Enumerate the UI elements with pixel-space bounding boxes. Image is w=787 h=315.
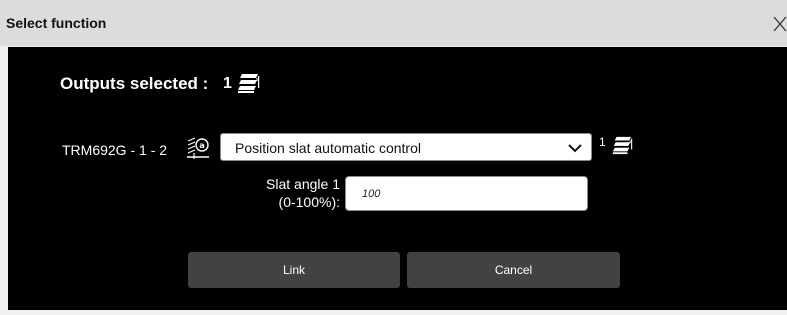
outputs-selected-count: 1 xyxy=(223,75,232,92)
slat-angle-label-line1: Slat angle 1 xyxy=(266,176,340,192)
chevron-down-icon xyxy=(568,144,582,153)
slat-angle-label-line2: (0-100%): xyxy=(278,194,340,210)
function-select-value: Position slat automatic control xyxy=(235,140,421,156)
slat-angle-label: Slat angle 1 (0-100%): xyxy=(228,175,340,211)
slats-stack-icon xyxy=(612,136,633,155)
select-function-dialog: Select function Outputs selected : 1 TRM… xyxy=(0,0,787,315)
slat-angle-input[interactable] xyxy=(345,176,588,211)
dialog-body: Outputs selected : 1 TRM692G - 1 - 2 a P… xyxy=(8,47,787,310)
svg-text:a: a xyxy=(199,141,204,150)
blind-automatic-icon: a xyxy=(187,137,209,159)
cancel-button[interactable]: Cancel xyxy=(407,252,620,288)
dialog-title-bar: Select function xyxy=(0,0,787,46)
close-icon[interactable] xyxy=(773,16,787,32)
device-label: TRM692G - 1 - 2 xyxy=(62,142,168,158)
selection-count: 1 xyxy=(599,135,606,149)
function-select[interactable]: Position slat automatic control xyxy=(220,133,592,161)
outputs-selected-label: Outputs selected : xyxy=(60,74,209,93)
slats-stack-icon xyxy=(238,74,260,93)
dialog-title: Select function xyxy=(6,15,107,31)
link-button[interactable]: Link xyxy=(188,252,400,288)
